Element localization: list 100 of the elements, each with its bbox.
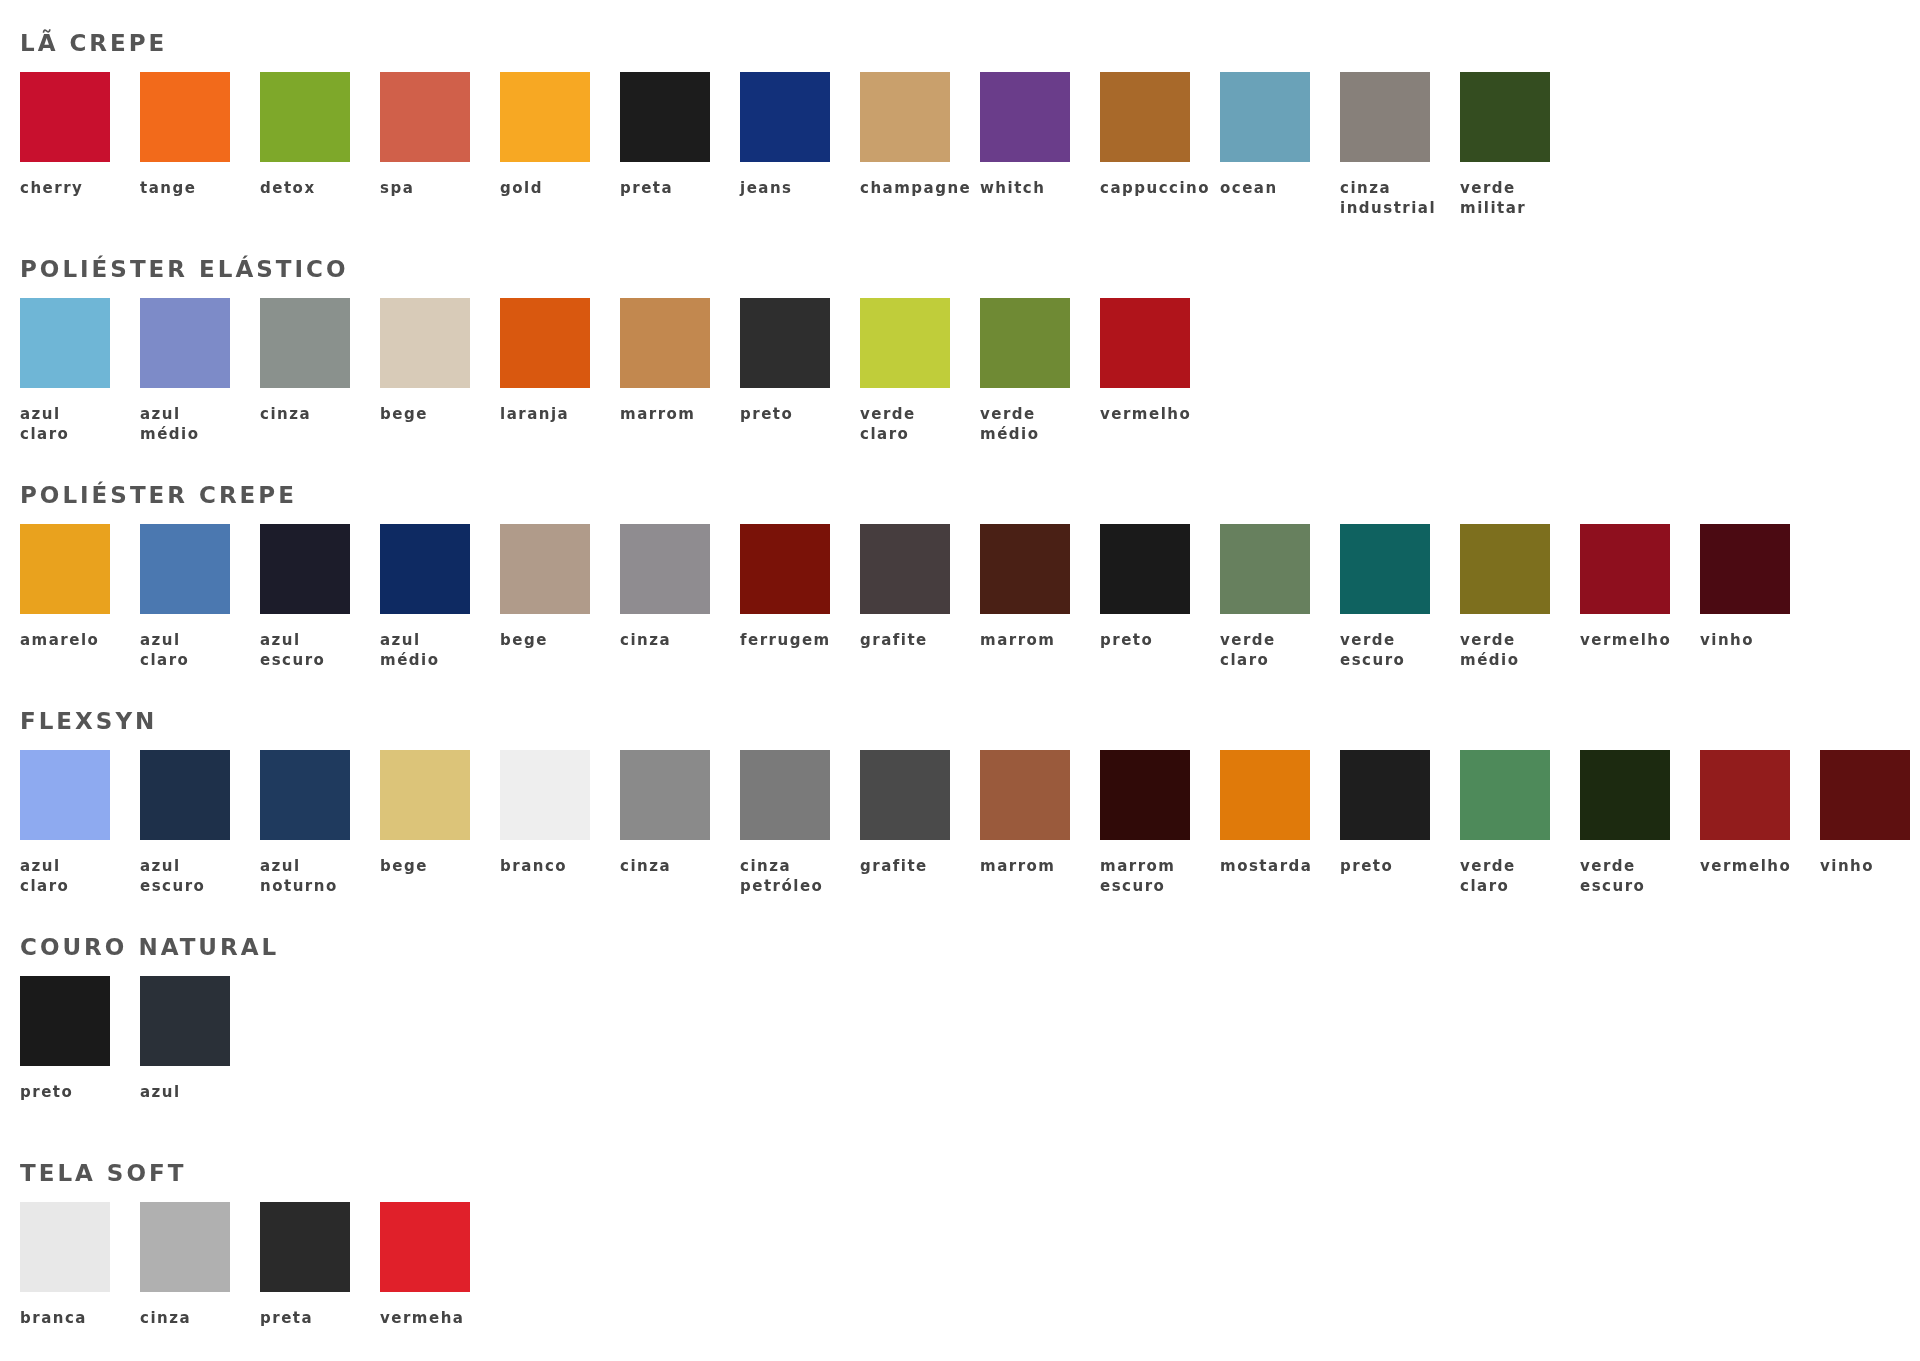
fabric-swatch[interactable] [260, 1202, 350, 1292]
swatch-label: detox [260, 178, 316, 198]
swatch-label: cinza [620, 630, 672, 650]
swatch-label: preto [1340, 856, 1394, 876]
fabric-swatch[interactable] [860, 72, 950, 162]
fabric-swatch[interactable] [1580, 524, 1670, 614]
fabric-swatch[interactable] [500, 298, 590, 388]
swatch-label: spa [380, 178, 415, 198]
swatch-label: tange [140, 178, 197, 198]
fabric-swatch[interactable] [1100, 72, 1190, 162]
fabric-swatch[interactable] [740, 524, 830, 614]
swatch-label: preto [1100, 630, 1154, 650]
swatch-label: laranja [500, 404, 570, 424]
fabric-swatch[interactable] [20, 750, 110, 840]
fabric-swatch[interactable] [1700, 524, 1790, 614]
swatch-label: vinho [1820, 856, 1875, 876]
fabric-swatch[interactable] [1340, 72, 1430, 162]
swatch-label: azul noturno [260, 856, 338, 896]
fabric-swatch[interactable] [1220, 750, 1310, 840]
swatch-label: grafite [860, 630, 928, 650]
swatch-label: verde militar [1460, 178, 1527, 218]
fabric-swatch[interactable] [380, 750, 470, 840]
fabric-swatch[interactable] [1100, 750, 1190, 840]
fabric-swatch[interactable] [140, 976, 230, 1066]
fabric-swatch[interactable] [380, 298, 470, 388]
fabric-swatch[interactable] [1220, 72, 1310, 162]
fabric-swatch[interactable] [1460, 524, 1550, 614]
fabric-swatch[interactable] [260, 524, 350, 614]
swatch-label: branca [20, 1308, 87, 1328]
swatch-label: verde claro [1460, 856, 1516, 896]
swatch-label: marrom [620, 404, 696, 424]
fabric-swatch[interactable] [380, 72, 470, 162]
fabric-swatch[interactable] [20, 524, 110, 614]
swatch-label: grafite [860, 856, 928, 876]
swatch-label: preto [740, 404, 794, 424]
swatch-label: ferrugem [740, 630, 831, 650]
swatch-label: azul escuro [140, 856, 206, 896]
fabric-swatch[interactable] [20, 298, 110, 388]
fabric-swatch[interactable] [1820, 750, 1910, 840]
swatch-label: branco [500, 856, 568, 876]
fabric-swatch[interactable] [1460, 72, 1550, 162]
fabric-swatch[interactable] [620, 524, 710, 614]
swatch-label: bege [500, 630, 548, 650]
swatch-label: cinza [620, 856, 672, 876]
fabric-swatch[interactable] [20, 976, 110, 1066]
fabric-swatch[interactable] [500, 524, 590, 614]
swatch-label: azul claro [20, 404, 70, 444]
fabric-swatch[interactable] [1100, 524, 1190, 614]
fabric-swatch[interactable] [980, 750, 1070, 840]
fabric-swatch[interactable] [380, 524, 470, 614]
fabric-swatch[interactable] [860, 298, 950, 388]
fabric-swatch[interactable] [620, 750, 710, 840]
swatch-label: preto [20, 1082, 74, 1102]
fabric-swatch[interactable] [620, 298, 710, 388]
swatch-label: marrom escuro [1100, 856, 1176, 896]
swatch-label: marrom [980, 856, 1056, 876]
swatch-label: mostarda [1220, 856, 1313, 876]
section-title: POLIÉSTER CREPE [20, 480, 298, 510]
swatch-label: azul claro [140, 630, 190, 670]
fabric-swatch[interactable] [260, 72, 350, 162]
fabric-swatch[interactable] [860, 750, 950, 840]
fabric-swatch[interactable] [740, 750, 830, 840]
fabric-swatch[interactable] [500, 72, 590, 162]
fabric-swatch[interactable] [1460, 750, 1550, 840]
swatch-label: marrom [980, 630, 1056, 650]
swatch-label: azul médio [380, 630, 440, 670]
fabric-swatch[interactable] [1340, 750, 1430, 840]
swatch-label: ocean [1220, 178, 1278, 198]
fabric-swatch[interactable] [140, 750, 230, 840]
swatch-label: bege [380, 404, 428, 424]
fabric-swatch[interactable] [1100, 298, 1190, 388]
swatch-label: cappuccino [1100, 178, 1211, 198]
swatch-label: verde claro [860, 404, 916, 444]
fabric-swatch[interactable] [1580, 750, 1670, 840]
fabric-swatch[interactable] [860, 524, 950, 614]
fabric-swatch[interactable] [140, 1202, 230, 1292]
fabric-swatch[interactable] [140, 298, 230, 388]
fabric-swatch[interactable] [980, 524, 1070, 614]
section-title: FLEXSYN [20, 707, 159, 736]
fabric-swatch[interactable] [740, 72, 830, 162]
swatch-label: cinza [260, 404, 312, 424]
swatch-label: verde médio [1460, 630, 1520, 670]
fabric-swatch[interactable] [20, 72, 110, 162]
fabric-swatch[interactable] [260, 298, 350, 388]
fabric-swatch[interactable] [980, 72, 1070, 162]
fabric-swatch[interactable] [140, 72, 230, 162]
fabric-swatch[interactable] [620, 72, 710, 162]
swatch-label: azul médio [140, 404, 200, 444]
swatch-label: gold [500, 178, 543, 198]
fabric-swatch[interactable] [260, 750, 350, 840]
swatch-label: amarelo [20, 630, 100, 650]
swatch-label: verde escuro [1340, 630, 1406, 670]
fabric-swatch[interactable] [1700, 750, 1790, 840]
fabric-swatch[interactable] [740, 298, 830, 388]
fabric-swatch[interactable] [1220, 524, 1310, 614]
swatch-label: cinza industrial [1340, 178, 1437, 218]
fabric-swatch[interactable] [1340, 524, 1430, 614]
fabric-swatch[interactable] [140, 524, 230, 614]
fabric-swatch[interactable] [980, 298, 1070, 388]
fabric-swatch[interactable] [380, 1202, 470, 1292]
